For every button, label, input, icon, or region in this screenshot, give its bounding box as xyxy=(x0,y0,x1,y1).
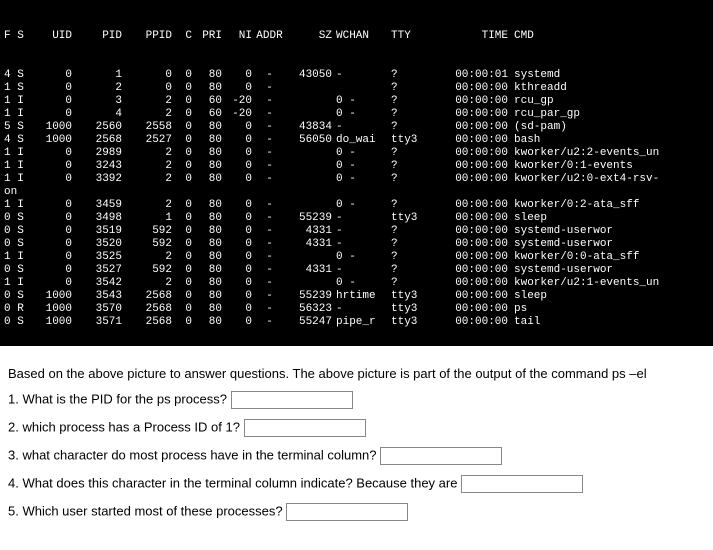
answer-input-2[interactable] xyxy=(244,419,366,437)
answer-input-3[interactable] xyxy=(380,447,502,465)
table-row: 5 S1000256025580800-43834-?00:00:00(sd-p… xyxy=(4,121,709,134)
table-row: 4 S0100800-43050-?00:00:01systemd xyxy=(4,69,709,82)
answer-input-4[interactable] xyxy=(461,475,583,493)
table-row: 1 I042060-20-0 -?00:00:00rcu_par_gp xyxy=(4,108,709,121)
table-row: 0 S035195920800-4331-?00:00:00systemd-us… xyxy=(4,225,709,238)
table-row: 1 I0352520800-0 -?00:00:00kworker/0:0-at… xyxy=(4,251,709,264)
questions-section: Based on the above picture to answer que… xyxy=(0,346,713,541)
table-row: 0 S1000354325680800-55239hrtimetty300:00… xyxy=(4,290,709,303)
question-5: 5. Which user started most of these proc… xyxy=(8,503,283,518)
table-row: 1 I0324320800-0 -?00:00:00kworker/0:1-ev… xyxy=(4,160,709,173)
table-row: 0 S0349810800-55239-tty300:00:00sleep xyxy=(4,212,709,225)
table-header: F SUIDPIDPPIDCPRINIADDRSZWCHANTTYTIMECMD xyxy=(4,30,709,43)
terminal-output: F SUIDPIDPPIDCPRINIADDRSZWCHANTTYTIMECMD… xyxy=(0,0,713,346)
question-4: 4. What does this character in the termi… xyxy=(8,475,457,490)
question-1: 1. What is the PID for the ps process? xyxy=(8,391,227,406)
table-row: 0 S035275920800-4331-?00:00:00systemd-us… xyxy=(4,264,709,277)
table-row: 1 I0339220800-0 -?00:00:00kworker/u2:0-e… xyxy=(4,173,709,186)
table-row: 1 S0200800-?00:00:00kthreadd xyxy=(4,82,709,95)
table-row: 1 I0345920800-0 -?00:00:00kworker/0:2-at… xyxy=(4,199,709,212)
table-row: 1 I0354220800-0 -?00:00:00kworker/u2:1-e… xyxy=(4,277,709,290)
question-2: 2. which process has a Process ID of 1? xyxy=(8,419,240,434)
table-row: 1 I032060-20-0 -?00:00:00rcu_gp xyxy=(4,95,709,108)
table-row: 1 I0298920800-0 -?00:00:00kworker/u2:2-e… xyxy=(4,147,709,160)
answer-input-5[interactable] xyxy=(286,503,408,521)
table-row: 0 R1000357025680800-56323-tty300:00:00ps xyxy=(4,303,709,316)
table-row: 0 S1000357125680800-55247pipe_rtty300:00… xyxy=(4,316,709,329)
intro-text: Based on the above picture to answer que… xyxy=(8,366,705,381)
table-row: 4 S1000256825270800-56050do_waitty300:00… xyxy=(4,134,709,147)
answer-input-1[interactable] xyxy=(231,391,353,409)
question-3: 3. what character do most process have i… xyxy=(8,447,377,462)
table-row: on xyxy=(4,186,709,199)
table-row: 0 S035205920800-4331-?00:00:00systemd-us… xyxy=(4,238,709,251)
